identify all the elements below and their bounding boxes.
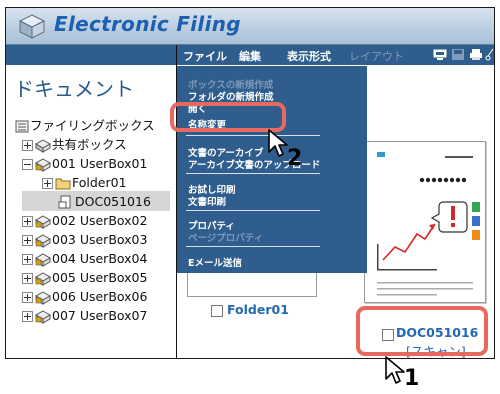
expand-icon[interactable] <box>22 140 33 151</box>
mouse-pointer-icon <box>268 129 288 157</box>
userbox-icon <box>35 234 51 248</box>
menu-separator <box>186 135 320 136</box>
title-bar: Electronic Filing <box>6 8 494 45</box>
save-icon <box>452 49 464 60</box>
menu-item-page-properties: ページプロパティ <box>188 233 264 244</box>
folder-caption[interactable]: Folder01 <box>227 302 289 317</box>
tree-item-label: 004 UserBox04 <box>52 251 148 266</box>
menu-layout: レイアウト <box>349 50 404 63</box>
tree-item-doc051016[interactable]: DOC051016 <box>58 193 172 211</box>
menu-file[interactable]: ファイル <box>183 48 227 64</box>
expand-icon[interactable] <box>22 292 33 303</box>
cut-icon[interactable] <box>485 48 494 61</box>
tree-item-label: 007 UserBox07 <box>52 308 148 323</box>
userbox-icon <box>35 272 51 286</box>
document-icon <box>58 195 71 209</box>
step-number-2: 2 <box>287 146 303 171</box>
tree-item-filing-box[interactable]: ファイリングボックス <box>14 117 174 135</box>
userbox-icon <box>35 215 51 229</box>
expand-icon[interactable] <box>42 178 53 189</box>
document-thumbnail[interactable] <box>364 141 486 303</box>
tree-item-userbox05[interactable]: 005 UserBox05 <box>22 269 172 287</box>
menu-separator <box>186 210 320 211</box>
pane-heading: ドキュメント <box>14 77 134 101</box>
tree-item-folder01[interactable]: Folder01 <box>42 174 172 192</box>
filing-box-icon <box>15 120 29 133</box>
tree-item-label: DOC051016 <box>75 194 151 209</box>
tree-item-userbox01[interactable]: 001 UserBox01 <box>22 155 172 173</box>
tree-item-userbox03[interactable]: 003 UserBox03 <box>22 231 172 249</box>
step-number-1: 1 <box>404 366 420 391</box>
menu-bar: ファイル 編集 表示形式 レイアウト <box>177 45 494 65</box>
userbox-icon <box>35 158 51 172</box>
menu-item-print-document[interactable]: 文書印刷 <box>188 194 226 208</box>
globe-cube-icon <box>18 14 46 39</box>
expand-icon[interactable] <box>22 254 33 265</box>
menu-separator <box>186 246 320 247</box>
preview-icon[interactable] <box>433 48 447 61</box>
expand-icon[interactable] <box>22 311 33 322</box>
tree-item-label: Folder01 <box>72 175 127 190</box>
expand-icon[interactable] <box>22 216 33 227</box>
expand-icon[interactable] <box>22 235 33 246</box>
tree-item-label: 006 UserBox06 <box>52 289 148 304</box>
left-pane: ドキュメント ファイリングボックス 共有ボックス 001 UserBox01 F… <box>6 45 177 358</box>
tree-item-userbox06[interactable]: 006 UserBox06 <box>22 288 172 306</box>
document-preview-icon <box>377 152 480 296</box>
app-title: Electronic Filing <box>54 12 241 36</box>
menu-view[interactable]: 表示形式 <box>287 48 331 64</box>
userbox-icon <box>35 310 51 324</box>
folder-icon <box>55 178 71 190</box>
tree-item-label: 003 UserBox03 <box>52 232 148 247</box>
menu-edit[interactable]: 編集 <box>239 48 261 64</box>
tree-item-label: 001 UserBox01 <box>52 156 148 171</box>
collapse-icon[interactable] <box>22 159 33 170</box>
tree-item-label: 002 UserBox02 <box>52 213 148 228</box>
tree-item-label: 005 UserBox05 <box>52 270 148 285</box>
print-icon[interactable] <box>469 48 483 61</box>
tree-item-userbox02[interactable]: 002 UserBox02 <box>22 212 172 230</box>
userbox-icon <box>35 291 51 305</box>
mouse-pointer-icon <box>385 356 405 384</box>
file-dropdown-menu: ボックスの新規作成 フォルダの新規作成 開く 名称変更 文書のアーカイブ アーカ… <box>177 66 367 273</box>
tree-item-shared-box[interactable]: 共有ボックス <box>22 136 172 154</box>
menu-separator <box>186 173 320 174</box>
expand-icon[interactable] <box>22 273 33 284</box>
tree-item-userbox07[interactable]: 007 UserBox07 <box>22 307 172 325</box>
document-highlight-callout <box>356 306 488 356</box>
folder-checkbox[interactable] <box>211 305 223 317</box>
left-pane-header <box>6 45 176 65</box>
menu-item-email[interactable]: Eメール送信 <box>188 255 242 269</box>
tree-item-label: ファイリングボックス <box>30 118 155 133</box>
shared-box-icon <box>35 139 51 153</box>
userbox-icon <box>35 253 51 267</box>
tree-item-label: 共有ボックス <box>52 137 127 152</box>
tree-item-userbox04[interactable]: 004 UserBox04 <box>22 250 172 268</box>
